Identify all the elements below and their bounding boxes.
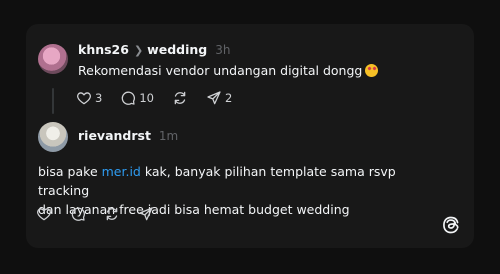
send-icon xyxy=(207,91,221,105)
post-topic[interactable]: wedding xyxy=(147,42,207,57)
heart-icon xyxy=(37,208,51,221)
reply-link[interactable]: mer.id xyxy=(102,164,141,179)
repost-button[interactable] xyxy=(104,204,120,224)
thread-connector-line xyxy=(52,88,54,114)
reply-text-start: bisa pake xyxy=(38,164,102,179)
reply-actions xyxy=(36,204,172,224)
repost-icon xyxy=(106,207,118,221)
comment-icon xyxy=(71,207,85,221)
smiling-face-with-hearts-icon xyxy=(365,64,379,77)
chevron-right-icon: ❯ xyxy=(133,44,144,57)
reply-username[interactable]: rievandrst xyxy=(78,128,151,143)
like-count: 3 xyxy=(95,91,103,105)
post-username[interactable]: khns26 xyxy=(78,42,129,57)
avatar[interactable] xyxy=(38,44,68,74)
post-text-content: Rekomendasi vendor undangan digital dong… xyxy=(78,63,363,78)
comment-count: 10 xyxy=(139,91,154,105)
comment-button[interactable]: 10 xyxy=(120,88,154,108)
repost-icon xyxy=(174,91,186,105)
heart-icon xyxy=(77,92,91,105)
share-button[interactable]: 2 xyxy=(206,88,232,108)
reply-avatar[interactable] xyxy=(38,122,68,152)
post-actions: 3 10 2 xyxy=(76,88,250,108)
post-header: khns26 ❯ wedding 3h xyxy=(78,42,230,59)
send-icon xyxy=(139,207,153,221)
thread-card: khns26 ❯ wedding 3h Rekomendasi vendor und… xyxy=(26,24,474,248)
share-count: 2 xyxy=(224,91,233,105)
reply-timestamp: 1m xyxy=(158,129,179,143)
repost-button[interactable] xyxy=(172,88,188,108)
reply-header: rievandrst 1m xyxy=(78,128,178,144)
like-button[interactable]: 3 xyxy=(76,88,102,108)
share-button[interactable] xyxy=(138,204,154,224)
post-text: Rekomendasi vendor undangan digital dong… xyxy=(78,61,379,80)
post-timestamp: 3h xyxy=(215,43,231,57)
comment-icon xyxy=(122,91,136,105)
like-button[interactable] xyxy=(36,204,52,224)
comment-button[interactable] xyxy=(70,204,86,224)
threads-logo-icon[interactable] xyxy=(441,215,461,235)
